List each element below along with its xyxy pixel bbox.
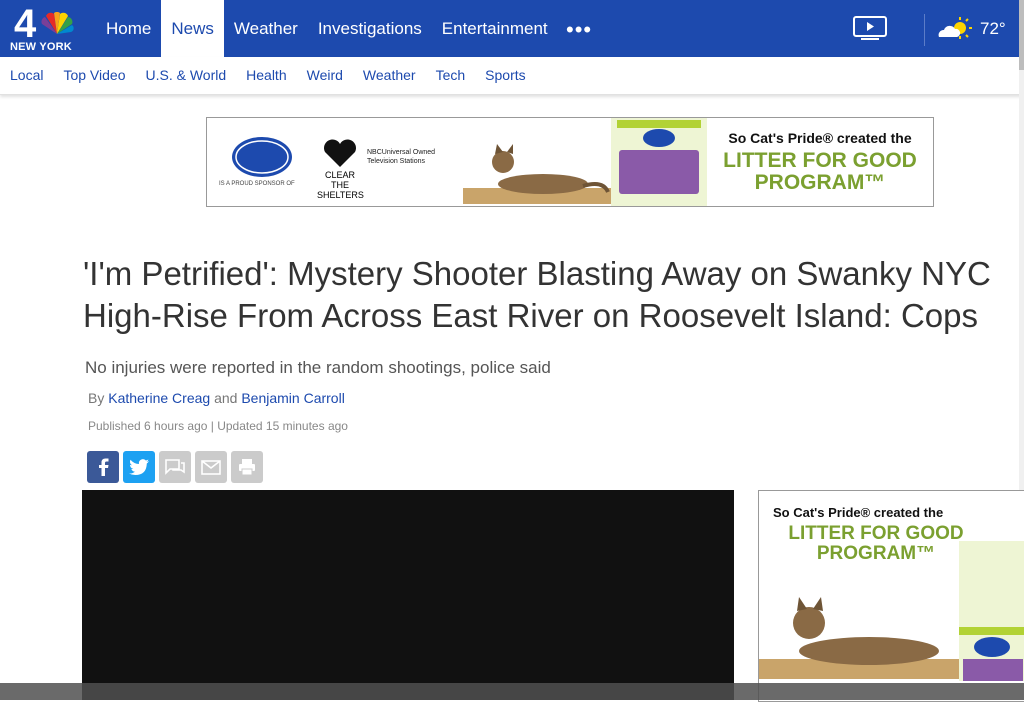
article-headline: 'I'm Petrified': Mystery Shooter Blastin… [83,255,991,334]
share-email-button[interactable] [195,451,227,483]
side-ad-line-2: LITTER FOR GOOD PROGRAM™ [788,523,964,564]
top-navigation-bar: 4 NEW YORK Home News Weather Investigati… [0,0,1024,57]
scrollbar-thumb[interactable] [1019,0,1024,70]
article-dek: No injuries were reported in the random … [85,358,551,377]
video-player[interactable] [82,490,734,700]
subnav-us-world[interactable]: U.S. & World [145,57,226,94]
sponsor-text: IS A PROUD SPONSOR OF [219,181,295,187]
sidebar-ad[interactable]: So Cat's Pride® created the LITTER FOR G… [758,490,1024,702]
ad-headline-line-2: LITTER FOR GOOD PROGRAM™ [723,149,917,194]
subnav-weird[interactable]: Weird [307,57,343,94]
nav-item-weather[interactable]: Weather [224,0,308,57]
banner-ad[interactable]: IS A PROUD SPONSOR OF CLEAR THE SHELTERS… [206,117,934,207]
subnav-top-video[interactable]: Top Video [63,57,125,94]
ad-headline-line-1: So Cat's Pride® created the [728,130,912,146]
bottom-overlay-bar [0,683,1024,700]
subnav-tech[interactable]: Tech [436,57,466,94]
nav-item-investigations[interactable]: Investigations [308,0,432,57]
facebook-icon [99,458,109,476]
byline-and: and [214,390,238,406]
subnav-health[interactable]: Health [246,57,286,94]
twitter-icon [129,459,149,475]
publish-dates: Published 6 hours ago | Updated 15 minut… [88,419,348,433]
side-litter-jug-image [959,541,1024,681]
subnav-local[interactable]: Local [10,57,43,94]
print-button[interactable] [231,451,263,483]
main-nav: Home News Weather Investigations Enterta… [96,0,591,57]
video-player-icon[interactable] [853,16,887,40]
comment-icon [165,459,185,475]
partly-sunny-icon[interactable] [936,17,974,41]
share-twitter-button[interactable] [123,451,155,483]
litter-jug-image [611,118,707,206]
subnav-sports[interactable]: Sports [485,57,525,94]
partner-name: CLEAR THE SHELTERS [317,170,364,200]
temperature[interactable]: 72° [980,19,1006,39]
subnav-weather[interactable]: Weather [363,57,416,94]
share-comment-button[interactable] [159,451,191,483]
nav-item-entertainment[interactable]: Entertainment [432,0,558,57]
share-bar [87,451,267,483]
article-byline: By Katherine Creag and Benjamin Carroll [88,390,345,406]
sub-navigation: Local Top Video U.S. & World Health Weir… [0,57,1024,95]
author-link-1[interactable]: Katherine Creag [108,390,210,406]
ad-headline: So Cat's Pride® created the LITTER FOR G… [715,130,925,194]
heart-dog-icon [324,139,356,167]
nav-item-home[interactable]: Home [96,0,161,57]
cat-image [463,144,613,204]
more-menu-button[interactable]: ••• [566,0,592,57]
byline-prefix: By [88,390,105,406]
email-icon [201,459,221,475]
nav-divider [924,14,925,46]
print-icon [239,459,255,476]
clear-the-shelters-logo: CLEAR THE SHELTERS [317,138,364,200]
logo-city: NEW YORK [10,41,72,53]
nav-item-news[interactable]: News [161,0,224,57]
side-cat-image [759,597,969,679]
author-link-2[interactable]: Benjamin Carroll [241,390,344,406]
cats-pride-logo [232,137,292,177]
network-text: NBCUniversal Owned Television Stations [367,149,436,165]
peacock-icon [41,12,74,34]
side-ad-line-1: So Cat's Pride® created the [773,505,944,520]
share-facebook-button[interactable] [87,451,119,483]
nbc4-logo[interactable]: 4 NEW YORK [10,2,80,54]
